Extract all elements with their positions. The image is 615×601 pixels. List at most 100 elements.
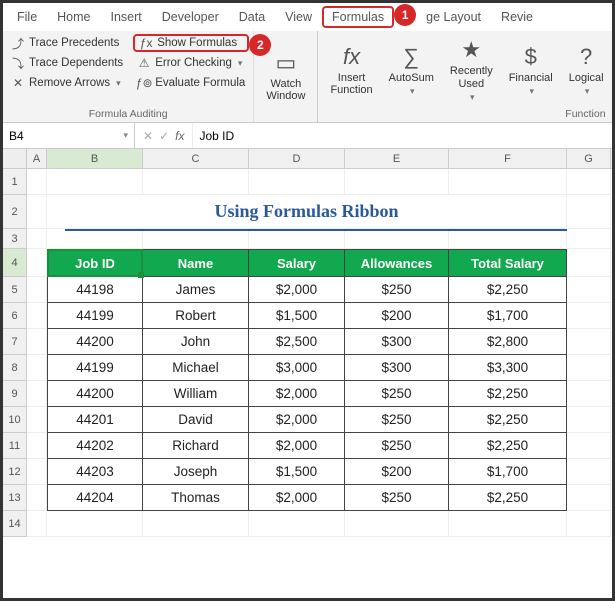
cell-allowances[interactable]: $200 — [345, 459, 449, 485]
cell-salary[interactable]: $2,000 — [249, 381, 345, 407]
cell-job-id[interactable]: 44202 — [47, 433, 143, 459]
cell-name[interactable]: Thomas — [143, 485, 249, 511]
row-header[interactable]: 5 — [3, 277, 27, 303]
cell-job-id[interactable]: 44204 — [47, 485, 143, 511]
cell-salary[interactable]: $2,000 — [249, 407, 345, 433]
cell-job-id[interactable]: 44200 — [47, 329, 143, 355]
cell-total[interactable]: $2,250 — [449, 277, 567, 303]
cell-job-id[interactable]: 44199 — [47, 355, 143, 381]
row-header[interactable]: 1 — [3, 169, 27, 195]
th-name[interactable]: Name — [143, 249, 249, 277]
cell-salary[interactable]: $2,000 — [249, 485, 345, 511]
cell-allowances[interactable]: $300 — [345, 355, 449, 381]
cell-allowances[interactable]: $250 — [345, 381, 449, 407]
chevron-down-icon: ▾ — [116, 78, 121, 89]
evaluate-formula-button[interactable]: ƒ⊚Evaluate Formula — [133, 74, 249, 92]
cell-name[interactable]: David — [143, 407, 249, 433]
cell-total[interactable]: $2,800 — [449, 329, 567, 355]
cell-total[interactable]: $1,700 — [449, 303, 567, 329]
col-header-b[interactable]: B — [47, 149, 143, 168]
cell-name[interactable]: Michael — [143, 355, 249, 381]
th-job-id[interactable]: Job ID — [47, 249, 143, 277]
row-header[interactable]: 4 — [3, 249, 27, 277]
cell-name[interactable]: William — [143, 381, 249, 407]
row-header[interactable]: 14 — [3, 511, 27, 537]
financial-button[interactable]: $ Financial ▾ — [501, 34, 561, 106]
tab-review[interactable]: Revie — [491, 6, 543, 28]
cell-allowances[interactable]: $300 — [345, 329, 449, 355]
tab-page-layout[interactable]: ge Layout — [416, 6, 491, 28]
cell-name[interactable]: Robert — [143, 303, 249, 329]
cell-salary[interactable]: $2,000 — [249, 433, 345, 459]
row-header[interactable]: 6 — [3, 303, 27, 329]
remove-arrows-button[interactable]: ✕Remove Arrows▾ — [7, 74, 127, 92]
cell-total[interactable]: $2,250 — [449, 381, 567, 407]
cell-name[interactable]: Richard — [143, 433, 249, 459]
cell-allowances[interactable]: $200 — [345, 303, 449, 329]
cell-total[interactable]: $2,250 — [449, 485, 567, 511]
row-header[interactable]: 7 — [3, 329, 27, 355]
error-checking-button[interactable]: ⚠Error Checking▾ — [133, 54, 249, 72]
row-header[interactable]: 12 — [3, 459, 27, 485]
formula-input[interactable]: Job ID — [192, 123, 612, 148]
tab-view[interactable]: View — [275, 6, 322, 28]
col-header-f[interactable]: F — [449, 149, 567, 168]
select-all-corner[interactable] — [3, 149, 27, 168]
trace-dependents-button[interactable]: ⤵Trace Dependents — [7, 54, 127, 72]
row-header[interactable]: 10 — [3, 407, 27, 433]
name-box[interactable]: B4 ▾ — [3, 123, 135, 148]
cell-total[interactable]: $2,250 — [449, 433, 567, 459]
cell-allowances[interactable]: $250 — [345, 485, 449, 511]
cell-allowances[interactable]: $250 — [345, 277, 449, 303]
row-header[interactable]: 11 — [3, 433, 27, 459]
cell-job-id[interactable]: 44199 — [47, 303, 143, 329]
row-header[interactable]: 9 — [3, 381, 27, 407]
logical-button[interactable]: ? Logical ▾ — [561, 34, 612, 106]
trace-precedents-button[interactable]: ⤴Trace Precedents — [7, 34, 127, 52]
cell-name[interactable]: Joseph — [143, 459, 249, 485]
cell-salary[interactable]: $1,500 — [249, 459, 345, 485]
tab-home[interactable]: Home — [47, 6, 100, 28]
cell-name[interactable]: James — [143, 277, 249, 303]
row-header[interactable]: 8 — [3, 355, 27, 381]
tab-formulas[interactable]: Formulas 1 — [322, 6, 394, 28]
th-salary[interactable]: Salary — [249, 249, 345, 277]
cell-salary[interactable]: $2,000 — [249, 277, 345, 303]
autosum-button[interactable]: ∑ AutoSum ▾ — [381, 34, 442, 106]
cell-job-id[interactable]: 44201 — [47, 407, 143, 433]
tab-file[interactable]: File — [7, 6, 47, 28]
cell-allowances[interactable]: $250 — [345, 433, 449, 459]
cell-salary[interactable]: $3,000 — [249, 355, 345, 381]
tab-developer[interactable]: Developer — [152, 6, 229, 28]
tab-data[interactable]: Data — [229, 6, 275, 28]
col-header-a[interactable]: A — [27, 149, 47, 168]
col-header-c[interactable]: C — [143, 149, 249, 168]
th-total-salary[interactable]: Total Salary — [449, 249, 567, 277]
fx-icon[interactable]: fx — [175, 129, 184, 143]
row-header[interactable]: 3 — [3, 229, 27, 249]
cell-total[interactable]: $2,250 — [449, 407, 567, 433]
row-header[interactable]: 2 — [3, 195, 27, 229]
show-formulas-button[interactable]: ƒx Show Formulas 2 — [133, 34, 249, 52]
cell-salary[interactable]: $2,500 — [249, 329, 345, 355]
worksheet-grid[interactable]: 1 2 Using Formulas Ribbon 3 4 Job ID Nam… — [3, 169, 612, 537]
recently-used-button[interactable]: ★ Recently Used ▾ — [442, 34, 501, 106]
column-headers: A B C D E F G — [3, 149, 612, 169]
cell-allowances[interactable]: $250 — [345, 407, 449, 433]
cell-total[interactable]: $3,300 — [449, 355, 567, 381]
insert-function-button[interactable]: fx Insert Function — [322, 34, 380, 106]
cell-job-id[interactable]: 44200 — [47, 381, 143, 407]
row-header[interactable]: 13 — [3, 485, 27, 511]
col-header-d[interactable]: D — [249, 149, 345, 168]
col-header-g[interactable]: G — [567, 149, 611, 168]
col-header-e[interactable]: E — [345, 149, 449, 168]
cell-salary[interactable]: $1,500 — [249, 303, 345, 329]
cell-total[interactable]: $1,700 — [449, 459, 567, 485]
cell-job-id[interactable]: 44198 — [47, 277, 143, 303]
th-allowances[interactable]: Allowances — [345, 249, 449, 277]
tab-insert[interactable]: Insert — [101, 6, 152, 28]
cell-job-id[interactable]: 44203 — [47, 459, 143, 485]
cell-name[interactable]: John — [143, 329, 249, 355]
accept-formula-icon[interactable]: ✓ — [159, 129, 169, 143]
cancel-formula-icon[interactable]: ✕ — [143, 129, 153, 143]
